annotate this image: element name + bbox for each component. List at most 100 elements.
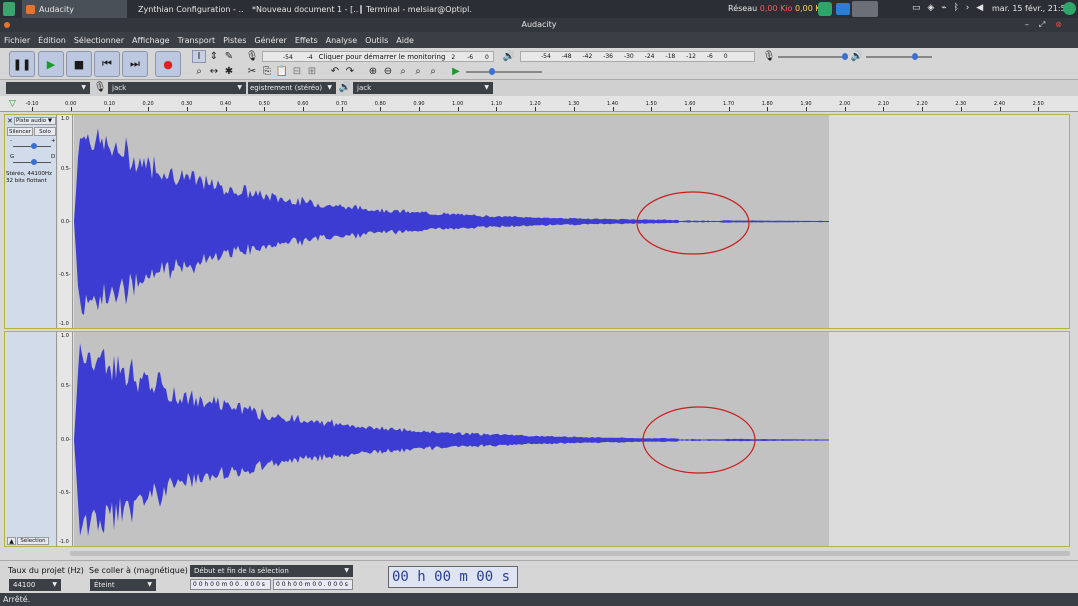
copy-icon[interactable]: ⎘ <box>260 65 274 78</box>
select-track-button[interactable]: Sélection <box>17 537 49 545</box>
record-device-select[interactable]: jack ▼ <box>108 82 246 94</box>
maximize-icon[interactable]: ⤢ <box>1039 20 1055 29</box>
record-channels-select[interactable]: egistrement (stéréo) ▼ <box>248 82 336 94</box>
monitoring-prompt[interactable]: Cliquer pour démarrer le monitoring <box>319 53 446 61</box>
clock[interactable]: mar. 15 févr., 21:50 <box>992 4 1071 13</box>
audio-track-right-channel[interactable]: ▲ Sélection 1.0 0.5- 0.0- -0.5- -1.0 <box>4 331 1070 547</box>
snap-to-select[interactable]: Éteint ▼ <box>90 579 156 591</box>
play-speed-slider[interactable] <box>466 71 542 73</box>
silence-icon[interactable]: ⊞ <box>305 65 319 78</box>
record-button[interactable]: ● <box>155 51 181 77</box>
pan-slider-thumb[interactable] <box>31 159 37 165</box>
task-zynthian[interactable]: Zynthian Configuration - ... <box>134 0 244 18</box>
skip-end-button[interactable]: ⏭ <box>122 51 148 77</box>
tray-blue-icon[interactable] <box>836 3 850 15</box>
timeshift-tool-icon[interactable]: ↔ <box>207 65 221 78</box>
record-meter[interactable]: -54 -4 Cliquer pour démarrer le monitori… <box>262 51 494 62</box>
gain-slider-thumb[interactable] <box>31 143 37 149</box>
playback-device-speaker-icon: 🔊 <box>338 82 352 93</box>
shield-icon[interactable]: ◈ <box>927 3 936 13</box>
speaker-volume-icon[interactable]: 🔊 <box>850 50 864 63</box>
menu-generer[interactable]: Générer <box>254 36 286 45</box>
menu-fichier[interactable]: Fichier <box>4 36 30 45</box>
link-icon[interactable]: ⌁ <box>941 3 948 13</box>
ruler-tick-mark <box>109 107 111 111</box>
track-name-menu[interactable]: Piste audio ▼ <box>14 117 56 125</box>
timeline-ruler[interactable]: ▽ -0.10 0.00 0.10 0.20 0.30 0.40 0.50 0.60 0.70 0… <box>0 96 1078 112</box>
playback-volume-slider[interactable] <box>866 56 932 58</box>
zoom-toggle-icon[interactable]: ⌕ <box>426 65 440 78</box>
app-menu-icon[interactable] <box>3 2 15 16</box>
play-button[interactable]: ▶ <box>38 51 64 77</box>
tray-indicator-icon[interactable] <box>818 2 832 16</box>
selection-tool-icon[interactable]: I <box>192 50 206 63</box>
selection-end-field[interactable]: 0 0 h 0 0 m 0 0 . 0 0 0 s <box>273 579 353 590</box>
horizontal-scrollbar[interactable] <box>70 551 1070 556</box>
zoom-tool-icon[interactable]: ⌕ <box>192 65 206 78</box>
task-text-editor[interactable]: *Nouveau document 1 - [... <box>248 0 358 18</box>
menu-edition[interactable]: Édition <box>38 36 66 45</box>
mic-volume-icon[interactable]: 🎙 <box>762 50 776 63</box>
stop-button[interactable]: ■ <box>66 51 92 77</box>
empty-timeline-area[interactable] <box>829 115 1069 328</box>
empty-timeline-area-lower[interactable] <box>829 332 1069 546</box>
project-rate-select[interactable]: 44100 ▼ <box>9 579 61 591</box>
task-terminal[interactable]: Terminal - melsiar@Optipl... <box>360 0 472 18</box>
multi-tool-icon[interactable]: ✱ <box>222 65 236 78</box>
play-speed-thumb[interactable] <box>489 68 495 75</box>
ruler-tick-mark <box>651 107 653 111</box>
playback-meter[interactable]: -54 -48 -42 -36 -30 -24 -18 -12 -6 0 <box>520 51 755 62</box>
audio-position-display[interactable]: 00 h 00 m 00 s <box>388 566 518 588</box>
ruler-tick-mark <box>612 107 614 111</box>
timeline-options-icon[interactable]: ▽ <box>9 99 16 109</box>
selection-start-field[interactable]: 0 0 h 0 0 m 0 0 . 0 0 0 s <box>190 579 271 590</box>
undo-icon[interactable]: ↶ <box>328 65 342 78</box>
audio-track-left-channel[interactable]: ✕ Piste audio ▼ Silencer Solo - + G D St… <box>4 114 1070 329</box>
zoom-in-icon[interactable]: ⊕ <box>366 65 380 78</box>
host-select[interactable]: ▼ <box>6 82 90 94</box>
collapse-icon[interactable]: ▲ <box>7 537 16 545</box>
record-volume-slider[interactable] <box>778 56 848 58</box>
menu-affichage[interactable]: Affichage <box>132 36 170 45</box>
solo-button[interactable]: Solo <box>34 127 56 136</box>
ruler-tick-mark <box>689 107 691 111</box>
draw-tool-icon[interactable]: ✎ <box>222 50 236 63</box>
record-volume-thumb[interactable] <box>842 53 848 60</box>
tray-app-icon[interactable] <box>852 1 878 17</box>
volume-icon[interactable]: ◀ <box>976 3 985 13</box>
menu-selectionner[interactable]: Sélectionner <box>74 36 124 45</box>
microphone-icon[interactable]: 🎙 <box>245 50 259 63</box>
pause-button[interactable]: ❚❚ <box>9 51 35 77</box>
speaker-icon[interactable]: 🔊 <box>502 50 516 63</box>
zoom-out-icon[interactable]: ⊖ <box>381 65 395 78</box>
minimize-icon[interactable]: – <box>1025 20 1039 29</box>
fit-project-icon[interactable]: ⌕ <box>411 65 425 78</box>
skip-start-button[interactable]: ⏮ <box>94 51 120 77</box>
menu-outils[interactable]: Outils <box>365 36 388 45</box>
menu-aide[interactable]: Aide <box>396 36 414 45</box>
chevron-right-icon[interactable]: › <box>966 3 972 13</box>
cut-icon[interactable]: ✂ <box>245 65 259 78</box>
playback-device-select[interactable]: jack ▼ <box>353 82 493 94</box>
ruler-tick-mark <box>186 107 188 111</box>
bluetooth-icon[interactable]: ᛒ <box>953 3 960 13</box>
menu-transport[interactable]: Transport <box>178 36 216 45</box>
mute-button[interactable]: Silencer <box>7 127 33 136</box>
close-icon[interactable]: ⊗ <box>1055 20 1072 29</box>
selection-mode-select[interactable]: Début et fin de la sélection ▼ <box>190 565 353 577</box>
screen-icon[interactable]: ▭ <box>912 3 923 13</box>
menu-pistes[interactable]: Pistes <box>223 36 246 45</box>
playback-volume-thumb[interactable] <box>912 53 918 60</box>
paste-icon[interactable]: 📋 <box>275 65 289 78</box>
track-close-icon[interactable]: ✕ <box>7 117 13 125</box>
fit-selection-icon[interactable]: ⌕ <box>396 65 410 78</box>
menu-effets[interactable]: Effets <box>295 36 318 45</box>
menu-analyse[interactable]: Analyse <box>326 36 358 45</box>
ruler-tick-mark <box>148 107 150 111</box>
update-icon[interactable] <box>1063 2 1076 15</box>
redo-icon[interactable]: ↷ <box>343 65 357 78</box>
envelope-tool-icon[interactable]: ⇕ <box>207 50 221 63</box>
play-at-speed-icon[interactable]: ▶ <box>449 65 463 78</box>
task-audacity[interactable]: Audacity <box>22 0 127 18</box>
trim-icon[interactable]: ⊟ <box>290 65 304 78</box>
